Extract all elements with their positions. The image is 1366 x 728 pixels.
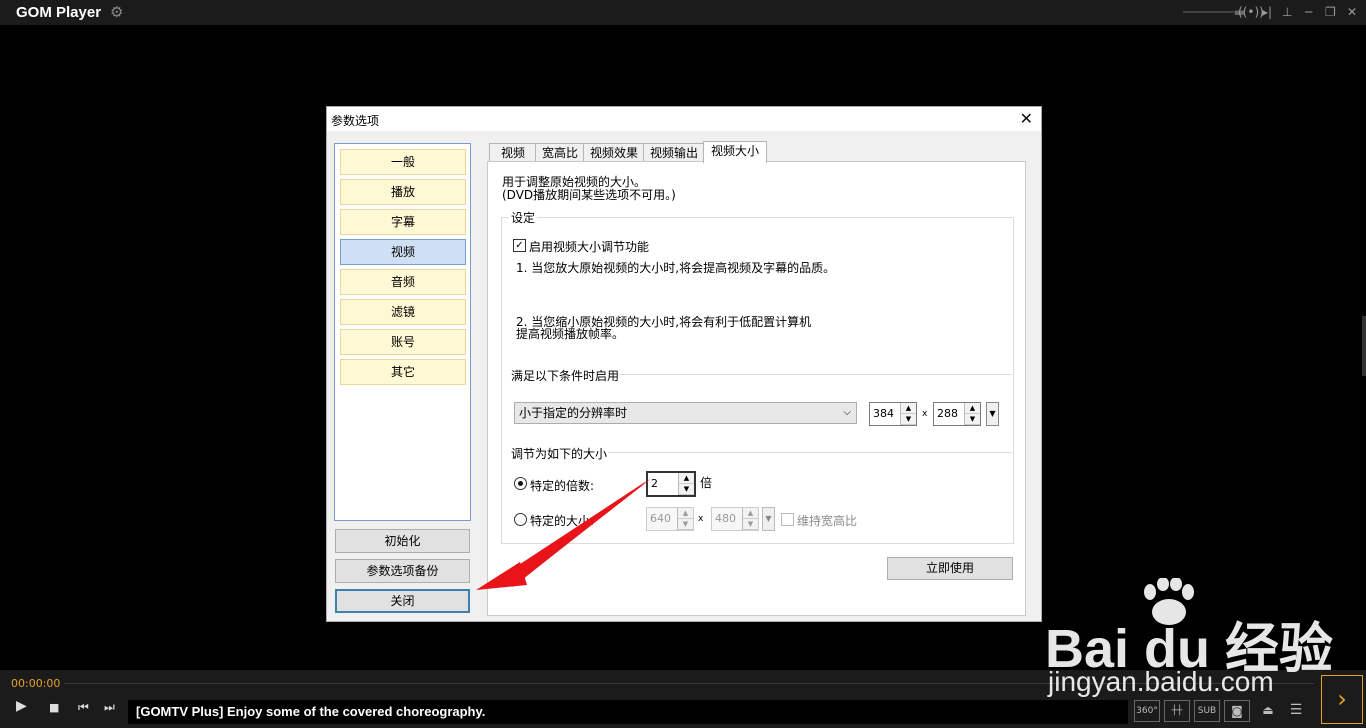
- eject-icon[interactable]: ⏏: [1258, 700, 1278, 720]
- play-icon[interactable]: ▶: [16, 698, 27, 714]
- camera-icon[interactable]: ◙: [1224, 700, 1250, 722]
- baidu-url: jingyan.baidu.com: [1048, 666, 1274, 697]
- prev-icon[interactable]: ⏮: [78, 700, 89, 715]
- subtitle-icon[interactable]: SUB: [1194, 700, 1220, 722]
- tab-video-size[interactable]: 视频大小: [703, 141, 767, 163]
- equalizer-icon[interactable]: ┼┼: [1164, 700, 1190, 722]
- menu-icon[interactable]: ☰: [1286, 700, 1306, 720]
- news-ticker[interactable]: [GOMTV Plus] Enjoy some of the covered c…: [128, 700, 1128, 724]
- time-display: 00:00:00: [11, 677, 61, 690]
- next-icon[interactable]: ⏭: [104, 700, 115, 715]
- 360-icon[interactable]: 360°: [1134, 700, 1160, 722]
- stop-icon[interactable]: ■: [49, 701, 59, 714]
